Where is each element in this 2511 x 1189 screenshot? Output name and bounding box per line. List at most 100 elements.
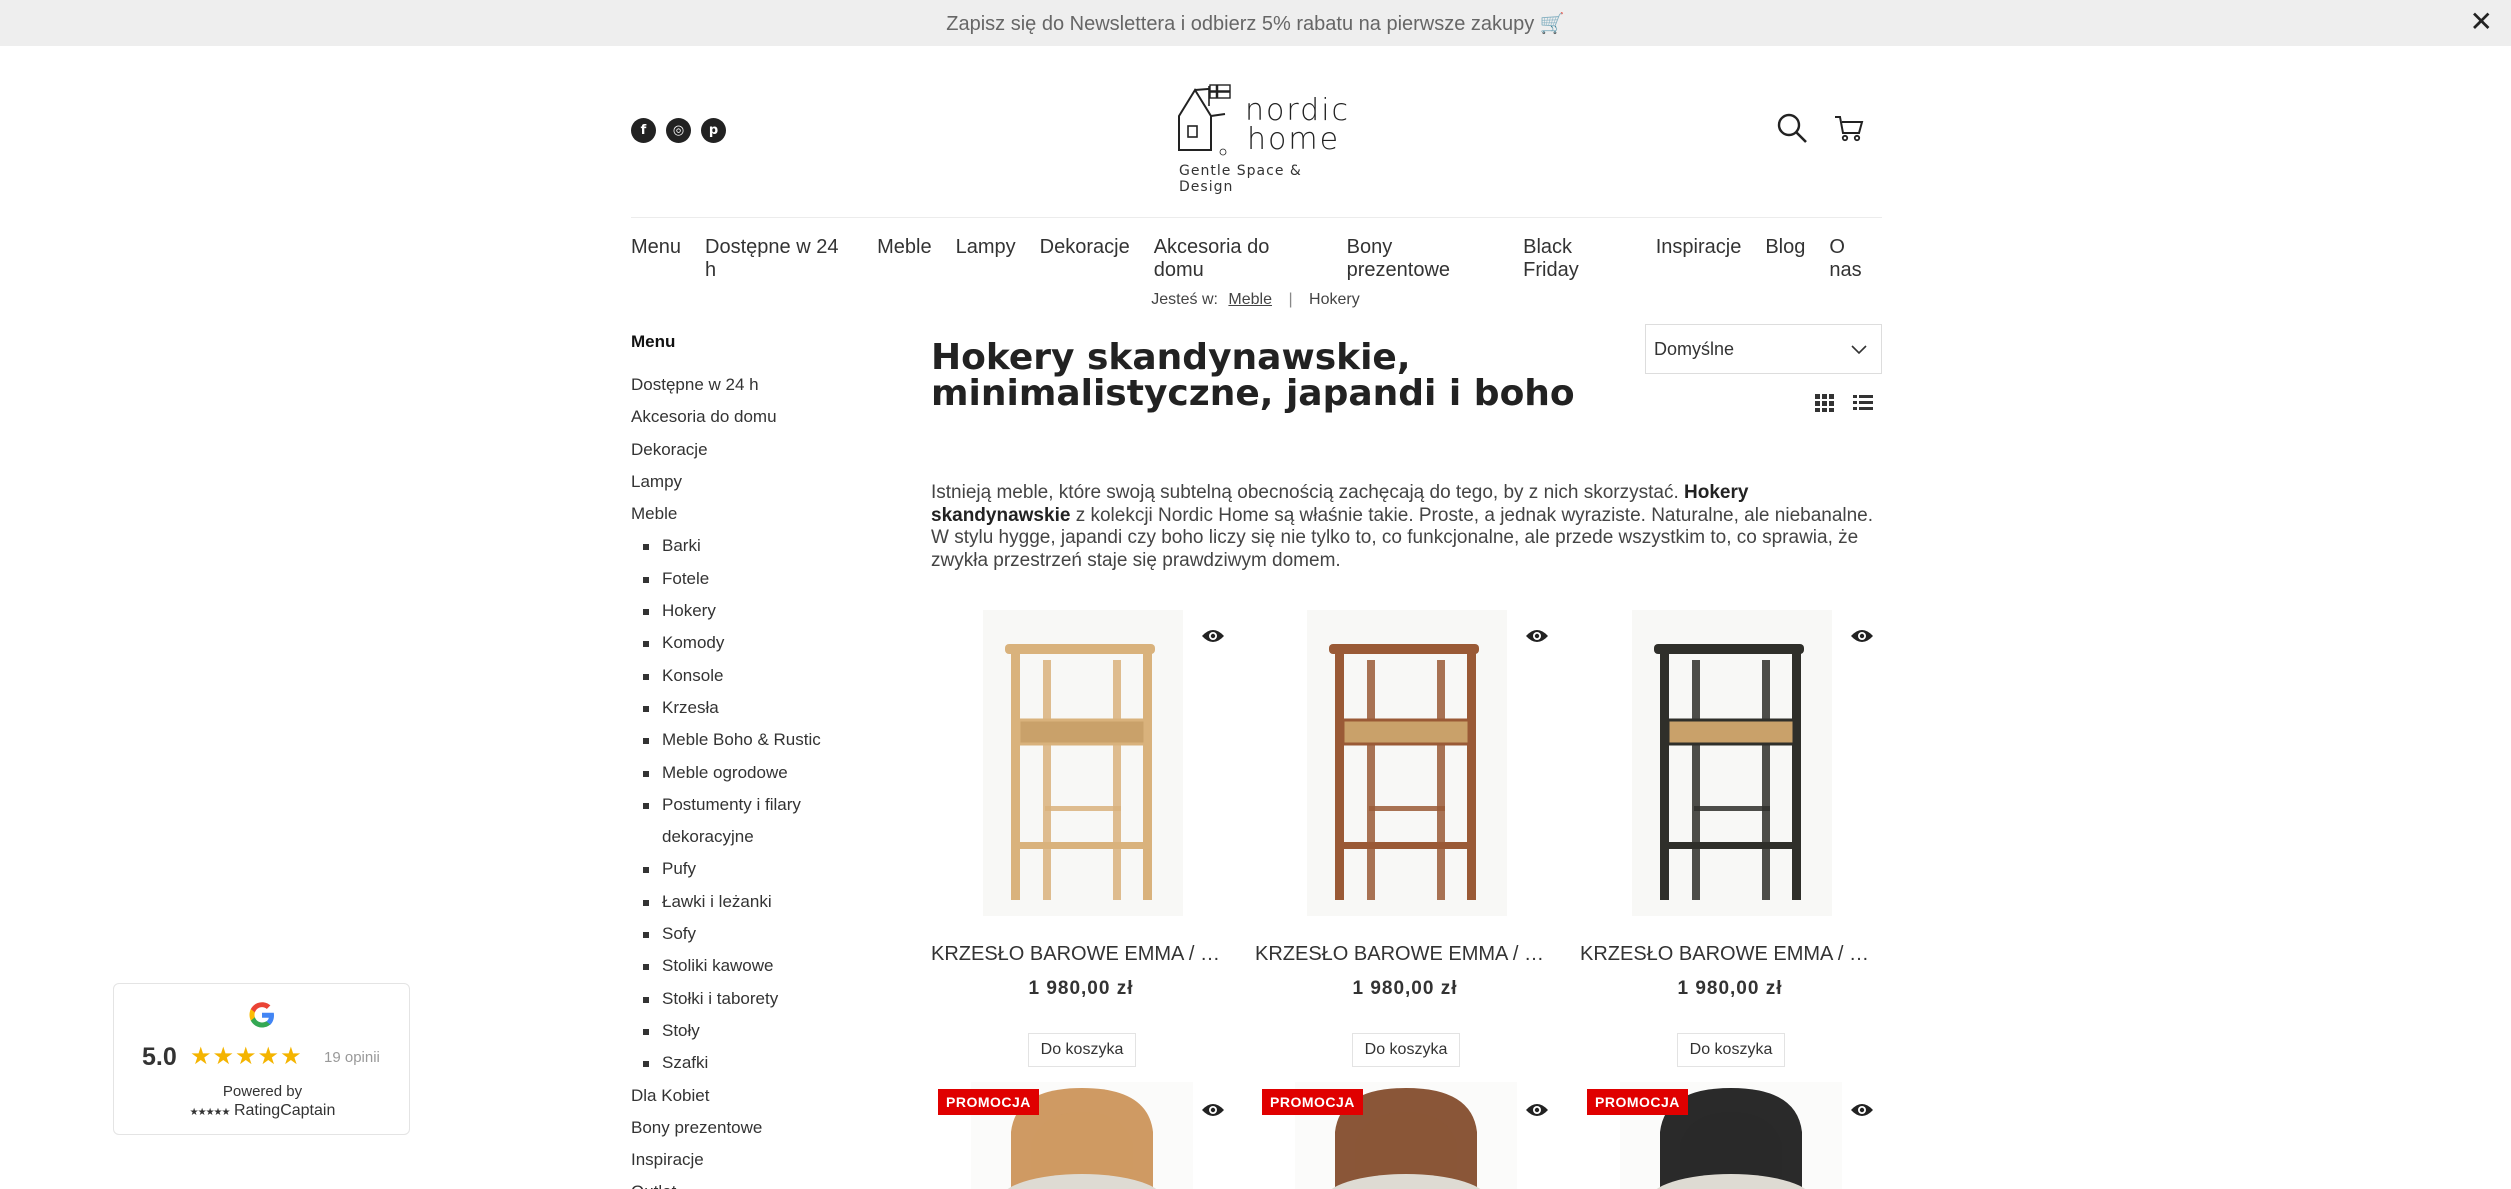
main-nav: Menu Dostępne w 24 h Meble Lampy Dekorac…	[631, 236, 1882, 282]
nav-item-menu[interactable]: Menu	[631, 236, 681, 282]
sidebar-subitem[interactable]: Szafki	[631, 1047, 861, 1079]
sidebar-subitem[interactable]: Stołki i taborety	[631, 983, 861, 1015]
rating-stars: ★★★★★	[190, 1042, 303, 1070]
brand-stars: ★★★★★	[189, 1107, 231, 1118]
search-icon[interactable]	[1776, 112, 1808, 144]
sidebar-subitem[interactable]: Sofy	[631, 918, 861, 950]
product-price: 1 980,00 zł	[1677, 978, 1783, 999]
promo-badge: PROMOCJA	[938, 1089, 1039, 1115]
facebook-icon[interactable]: f	[631, 118, 656, 143]
sidebar-item[interactable]: Lampy	[631, 466, 861, 498]
house-icon	[1178, 84, 1231, 156]
nav-item-blog[interactable]: Blog	[1765, 236, 1805, 282]
breadcrumb: Jesteś w: Meble | Hokery	[0, 291, 2511, 309]
site-logo[interactable]: nordic home Gentle Space & Design	[1175, 82, 1348, 195]
sidebar-item[interactable]: Meble	[631, 498, 861, 530]
sidebar-subitem[interactable]: Meble Boho & Rustic	[631, 724, 861, 756]
nav-item-inspirations[interactable]: Inspiracje	[1656, 236, 1742, 282]
promo-badge: PROMOCJA	[1587, 1089, 1688, 1115]
logo-line-2: home	[1247, 122, 1341, 157]
product-card[interactable]: PROMOCJA	[1255, 1082, 1555, 1189]
product-name[interactable]: KRZESŁO BAROWE EMMA / HOKER BLACK	[1580, 943, 1880, 966]
cart-icon[interactable]	[1834, 113, 1864, 143]
breadcrumb-prefix: Jesteś w:	[1151, 291, 1218, 308]
powered-by-label: Powered by	[222, 1083, 303, 1100]
bar-stool-image	[983, 610, 1183, 916]
bar-stool-image	[1632, 610, 1832, 916]
sidebar-subitem[interactable]: Barki	[631, 530, 861, 562]
quick-view-icon[interactable]	[1850, 628, 1874, 644]
nav-item-about[interactable]: O nas	[1829, 236, 1882, 282]
product-name[interactable]: KRZESŁO BAROWE EMMA / HOKER NATURAL	[931, 943, 1231, 966]
bar-stool-image	[1307, 610, 1507, 916]
breadcrumb-link-meble[interactable]: Meble	[1228, 291, 1272, 308]
product-image[interactable]	[983, 610, 1183, 916]
sidebar-subitem[interactable]: Konsole	[631, 660, 861, 692]
sidebar-item[interactable]: Dostępne w 24 h	[631, 369, 861, 401]
logo-tagline: Gentle Space & Design	[1179, 163, 1302, 195]
product-image[interactable]	[1632, 610, 1832, 916]
nav-item-available-24h[interactable]: Dostępne w 24 h	[705, 236, 853, 282]
sidebar-subitem[interactable]: Stoliki kawowe	[631, 950, 861, 982]
category-sidebar: Menu Dostępne w 24 h Akcesoria do domu Dek…	[631, 332, 861, 1189]
social-links: f ◎ p	[631, 118, 726, 143]
sidebar-subitem[interactable]: Stoły	[631, 1015, 861, 1047]
nav-item-accessories[interactable]: Akcesoria do domu	[1154, 236, 1323, 282]
promo-badge: PROMOCJA	[1262, 1089, 1363, 1115]
add-to-cart-button[interactable]: Do koszyka	[1028, 1033, 1136, 1067]
sidebar-subitem[interactable]: Hokery	[631, 595, 861, 627]
product-price: 1 980,00 zł	[1028, 978, 1134, 999]
list-view-icon[interactable]	[1852, 393, 1874, 413]
newsletter-text[interactable]: Zapisz się do Newslettera i odbierz 5% r…	[946, 11, 1565, 36]
product-price: 1 980,00 zł	[1352, 978, 1458, 999]
google-rating-widget[interactable]: 5.0 ★★★★★ 19 opinii Powered by ★★★★★ Rat…	[113, 983, 410, 1135]
sidebar-subitem[interactable]: Meble ogrodowe	[631, 757, 861, 789]
sidebar-item[interactable]: Akcesoria do domu	[631, 401, 861, 433]
pinterest-icon[interactable]: p	[701, 118, 726, 143]
sidebar-subitem[interactable]: Postumenty i filary dekoracyjne	[631, 789, 861, 854]
sidebar-subitem[interactable]: Krzesła	[631, 692, 861, 724]
header-actions	[1776, 112, 1864, 144]
quick-view-icon[interactable]	[1525, 628, 1549, 644]
nav-item-decorations[interactable]: Dekoracje	[1040, 236, 1130, 282]
newsletter-banner[interactable]: Zapisz się do Newslettera i odbierz 5% r…	[0, 0, 2511, 46]
sidebar-heading: Menu	[631, 332, 676, 351]
sidebar-item[interactable]: Outlet	[631, 1176, 861, 1189]
google-icon	[249, 1002, 274, 1028]
instagram-icon[interactable]: ◎	[666, 118, 691, 143]
add-to-cart-button[interactable]: Do koszyka	[1677, 1033, 1785, 1067]
nav-item-lamps[interactable]: Lampy	[956, 236, 1016, 282]
close-icon[interactable]: ✕	[2470, 8, 2493, 36]
sort-value: Domyślne	[1654, 338, 1735, 359]
sidebar-subitem[interactable]: Fotele	[631, 563, 861, 595]
product-name[interactable]: KRZESŁO BAROWE EMMA / HOKER BROWN	[1255, 943, 1555, 966]
product-card[interactable]: PROMOCJA	[931, 1082, 1231, 1189]
product-image[interactable]	[1307, 610, 1507, 916]
ratingcaptain-brand: ★★★★★ RatingCaptain	[114, 1102, 411, 1120]
sidebar-subitem[interactable]: Pufy	[631, 853, 861, 885]
sidebar-item[interactable]: Dekoracje	[631, 434, 861, 466]
quick-view-icon[interactable]	[1201, 1102, 1225, 1118]
sidebar-item[interactable]: Inspiracje	[631, 1144, 861, 1176]
sidebar-subitem[interactable]: Ławki i leżanki	[631, 886, 861, 918]
breadcrumb-current: Hokery	[1309, 291, 1360, 308]
rating-count: 19 opinii	[324, 1049, 380, 1066]
quick-view-icon[interactable]	[1201, 628, 1225, 644]
sidebar-item[interactable]: Dla Kobiet	[631, 1080, 861, 1112]
product-card[interactable]: PROMOCJA	[1580, 1082, 1880, 1189]
rating-score: 5.0	[142, 1043, 177, 1071]
quick-view-icon[interactable]	[1850, 1102, 1874, 1118]
nav-item-black-friday[interactable]: Black Friday	[1523, 236, 1632, 282]
sidebar-subitem[interactable]: Komody	[631, 627, 861, 659]
brand-name: RatingCaptain	[233, 1102, 336, 1119]
nav-item-furniture[interactable]: Meble	[877, 236, 931, 282]
quick-view-icon[interactable]	[1525, 1102, 1549, 1118]
sidebar-item[interactable]: Bony prezentowe	[631, 1112, 861, 1144]
header-divider	[631, 217, 1882, 218]
nav-item-gift-cards[interactable]: Bony prezentowe	[1347, 236, 1500, 282]
add-to-cart-button[interactable]: Do koszyka	[1352, 1033, 1460, 1067]
breadcrumb-separator: |	[1288, 291, 1293, 308]
grid-view-icon[interactable]	[1814, 393, 1836, 413]
page-title: Hokery skandynawskie, minimalistyczne, j…	[931, 337, 1575, 414]
sort-select[interactable]: Domyślne	[1645, 324, 1882, 374]
